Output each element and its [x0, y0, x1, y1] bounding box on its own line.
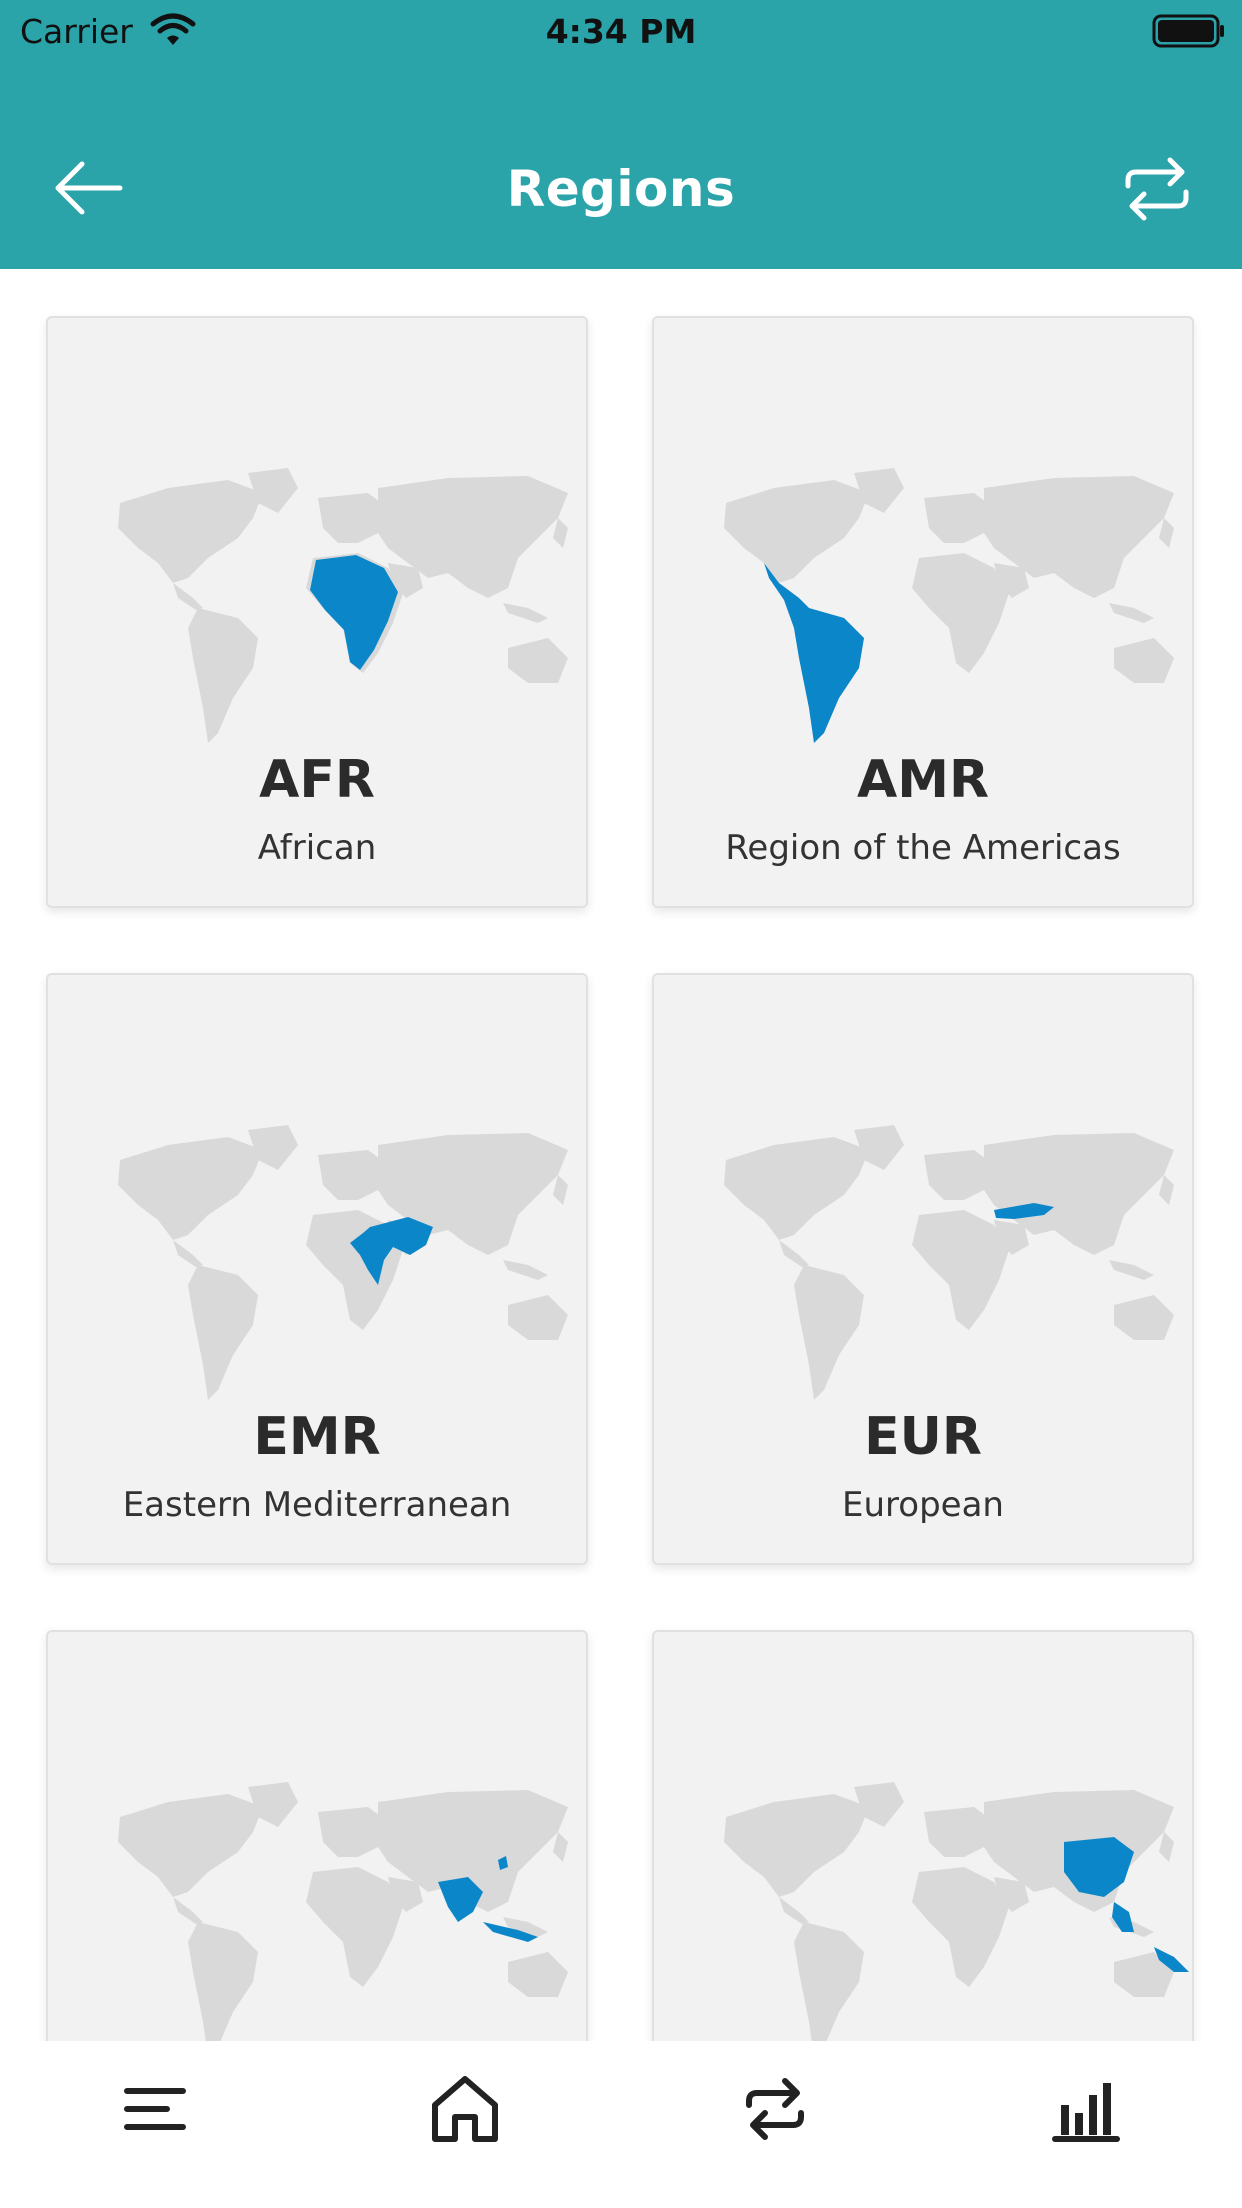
page-title: Regions: [506, 160, 736, 218]
swap-arrows-icon[interactable]: [1118, 150, 1196, 228]
world-map-afr: [118, 468, 568, 743]
region-card-amr[interactable]: AMR Region of the Americas: [652, 316, 1194, 908]
bar-chart-icon[interactable]: [1045, 2069, 1125, 2149]
region-code: EMR: [253, 1407, 381, 1467]
world-map-sear: [118, 1782, 568, 2041]
regions-grid: AFR African AMR Region of the Americas E…: [0, 269, 1242, 2041]
world-map-wpr: [724, 1782, 1189, 2041]
region-code: AMR: [856, 750, 990, 810]
region-code: AFR: [259, 750, 375, 810]
menu-icon[interactable]: [115, 2069, 195, 2149]
bottom-tab-bar: [0, 2041, 1242, 2208]
home-icon[interactable]: [425, 2069, 505, 2149]
region-name: Region of the Americas: [725, 828, 1121, 868]
region-card-eur[interactable]: EUR European: [652, 973, 1194, 1565]
region-card-emr[interactable]: EMR Eastern Mediterranean: [46, 973, 588, 1565]
region-name: Eastern Mediterranean: [122, 1485, 512, 1525]
status-time: 4:34 PM: [545, 12, 697, 51]
world-map-amr: [724, 468, 1174, 743]
regions-screen: Carrier 4:34 PM Regions AFR African AMR …: [0, 0, 1242, 2208]
world-map-emr: [118, 1125, 568, 1400]
status-bar: Carrier 4:34 PM: [0, 0, 1242, 62]
battery-icon: [1152, 14, 1224, 48]
region-card-wpr[interactable]: [652, 1630, 1194, 2041]
swap-arrows-icon[interactable]: [735, 2069, 815, 2149]
region-name: African: [257, 828, 377, 868]
region-code: EUR: [864, 1407, 982, 1467]
world-map-eur: [724, 1125, 1174, 1400]
region-card-afr[interactable]: AFR African: [46, 316, 588, 908]
region-card-sear[interactable]: [46, 1630, 588, 2041]
app-header: Carrier 4:34 PM Regions: [0, 0, 1242, 269]
region-name: European: [842, 1485, 1004, 1525]
